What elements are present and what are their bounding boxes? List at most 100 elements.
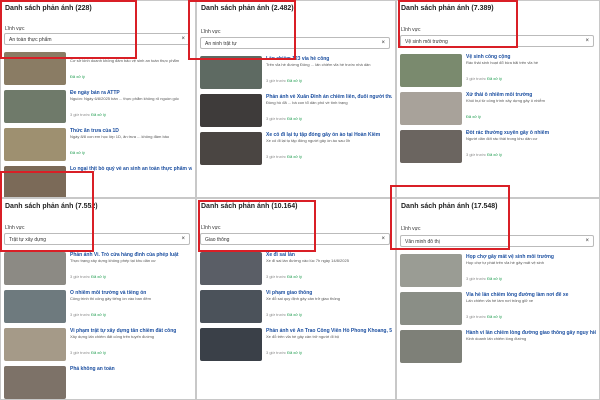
status-badge: Đã xử lý bbox=[70, 150, 85, 155]
report-description: Trên vỉa hè đường Đông ... lấn chiếm vỉa… bbox=[266, 62, 371, 67]
highlight-frame bbox=[0, 0, 137, 59]
report-item[interactable]: Hành vi lấn chiếm lòng đường giao thông … bbox=[397, 327, 599, 365]
report-item[interactable]: Phá không an toàn bbox=[1, 363, 195, 399]
status-badge: Đã xử lý bbox=[487, 314, 502, 319]
report-meta: 3 giờ trước Đã xử lý bbox=[466, 152, 596, 157]
report-description: Xe đi sai làn đường vào lúc 7h ngày 14/8… bbox=[266, 258, 349, 263]
report-description: Thực trạng xây dựng không phép tại khu d… bbox=[70, 258, 156, 263]
report-item[interactable]: Xe đi sai làn Xe đi sai làn đường vào lú… bbox=[197, 249, 395, 287]
report-item[interactable]: Xử thải ô nhiễm môi trường Khói bụi từ c… bbox=[397, 89, 599, 127]
status-badge: Đã xử lý bbox=[287, 350, 302, 355]
status-badge: Đã xử lý bbox=[287, 116, 302, 121]
report-item[interactable]: Ô nhiễm môi trường và tiếng ồn Công trìn… bbox=[1, 287, 195, 325]
report-thumbnail bbox=[400, 130, 462, 163]
report-list: Họp chợ gây mất vệ sinh môi trường Họp c… bbox=[397, 251, 599, 399]
report-thumbnail bbox=[200, 56, 262, 89]
clear-icon[interactable]: × bbox=[381, 40, 385, 46]
report-list: Vệ sinh công cộng Rác thải sinh hoạt đổ … bbox=[397, 51, 599, 197]
status-badge: Đã xử lý bbox=[91, 312, 106, 317]
report-time: 3 giờ trước bbox=[70, 312, 90, 317]
status-badge: Đã xử lý bbox=[91, 274, 106, 279]
report-time: 3 giờ trước bbox=[70, 274, 90, 279]
status-badge: Đã xử lý bbox=[287, 78, 302, 83]
report-description: Ngày 8/8 con em học lớp 1D, ăn trưa ... … bbox=[70, 134, 170, 139]
highlight-frame bbox=[398, 0, 518, 48]
report-item[interactable]: Thức ăn trưa của 1D Ngày 8/8 con em học … bbox=[1, 125, 195, 163]
report-description: Đồng hồ đã ... bà con tổ dân phố về tình… bbox=[266, 100, 348, 105]
highlight-frame bbox=[198, 200, 316, 252]
report-thumbnail bbox=[4, 366, 66, 399]
report-thumbnail bbox=[200, 252, 262, 285]
report-thumbnail bbox=[4, 290, 66, 323]
status-badge: Đã xử lý bbox=[487, 276, 502, 281]
clear-icon[interactable]: × bbox=[181, 36, 185, 42]
report-meta: 3 giờ trước Đã xử lý bbox=[70, 112, 192, 117]
report-description: Cơ sở kinh doanh không đảm bảo vệ sinh a… bbox=[70, 58, 180, 63]
clear-icon[interactable]: × bbox=[381, 236, 385, 242]
report-list: Lấn chiếm 123 vỉa hè công Trên vỉa hè đư… bbox=[197, 53, 395, 197]
report-time: 3 giờ trước bbox=[466, 276, 486, 281]
report-item[interactable]: Đe ngày bán ra ATTP Nguồn: Ngày 6/8/2025… bbox=[1, 87, 195, 125]
highlight-frame bbox=[0, 171, 94, 252]
report-meta: 3 giờ trước Đã xử lý bbox=[466, 76, 596, 81]
report-description bbox=[70, 372, 192, 387]
report-item[interactable]: Vệ sinh công cộng Rác thải sinh hoạt đổ … bbox=[397, 51, 599, 89]
report-item[interactable]: Phản ánh Vi. Trò cửa hàng đình của phép … bbox=[1, 249, 195, 287]
report-meta: 3 giờ trước Đã xử lý bbox=[266, 78, 392, 83]
report-item[interactable]: Phản ánh về Xuân Đỉnh án chiếm liên, đuổ… bbox=[197, 91, 395, 129]
report-time: 3 giờ trước bbox=[266, 350, 286, 355]
report-thumbnail bbox=[200, 94, 262, 127]
report-meta: 3 giờ trước Đã xử lý bbox=[266, 312, 392, 317]
report-description: Xe cố đi lại tụ tập đông người gây ồn ào… bbox=[266, 138, 351, 143]
report-meta: 3 giờ trước Đã xử lý bbox=[70, 350, 192, 355]
report-item[interactable]: Vi phạm giao thông Xe đỗ sai quy định gâ… bbox=[197, 287, 395, 325]
report-thumbnail bbox=[400, 54, 462, 87]
report-meta: Đã xử lý bbox=[466, 114, 596, 119]
report-thumbnail bbox=[4, 128, 66, 161]
report-description: Xây dựng lấn chiếm đất công trên tuyến đ… bbox=[70, 334, 155, 339]
report-time: 3 giờ trước bbox=[266, 116, 286, 121]
status-badge: Đã xử lý bbox=[287, 154, 302, 159]
report-meta: 3 giờ trước Đã xử lý bbox=[70, 274, 192, 279]
clear-icon[interactable]: × bbox=[585, 38, 589, 44]
report-thumbnail bbox=[400, 92, 462, 125]
status-badge: Đã xử lý bbox=[487, 152, 502, 157]
report-meta: 3 giờ trước Đã xử lý bbox=[266, 154, 392, 159]
report-item[interactable]: Vi phạm trật tự xây dựng tân chiếm đất c… bbox=[1, 325, 195, 363]
report-time: 3 giờ trước bbox=[266, 78, 286, 83]
report-thumbnail bbox=[4, 328, 66, 361]
status-badge: Đã xử lý bbox=[287, 312, 302, 317]
report-thumbnail bbox=[400, 330, 462, 363]
report-thumbnail bbox=[400, 292, 462, 325]
report-item[interactable]: Phản ánh về Ân Trao Công Viên Hồ Phong K… bbox=[197, 325, 395, 363]
report-time: 3 giờ trước bbox=[70, 112, 90, 117]
clear-icon[interactable]: × bbox=[181, 236, 185, 242]
report-thumbnail bbox=[400, 254, 462, 287]
clear-icon[interactable]: × bbox=[585, 238, 589, 244]
report-item[interactable]: Xe cố đi lại tụ tập đóng gây ồn ào tại H… bbox=[197, 129, 395, 167]
report-time: 3 giờ trước bbox=[466, 152, 486, 157]
report-time: 3 giờ trước bbox=[266, 312, 286, 317]
report-meta: 3 giờ trước Đã xử lý bbox=[266, 274, 392, 279]
report-item[interactable]: Đốt rác thường xuyên gây ô nhiễm Người d… bbox=[397, 127, 599, 165]
report-meta: 3 giờ trước Đã xử lý bbox=[466, 314, 596, 319]
report-item[interactable]: Vỉa hè lấn chiếm lòng đường làm nơi để x… bbox=[397, 289, 599, 327]
report-meta: Đã xử lý bbox=[70, 150, 192, 155]
report-item[interactable]: Họp chợ gây mất vệ sinh môi trường Họp c… bbox=[397, 251, 599, 289]
report-meta: 3 giờ trước Đã xử lý bbox=[266, 350, 392, 355]
status-badge: Đã xử lý bbox=[287, 274, 302, 279]
status-badge: Đã xử lý bbox=[487, 76, 502, 81]
report-time: 3 giờ trước bbox=[466, 314, 486, 319]
report-time: 3 giờ trước bbox=[70, 350, 90, 355]
status-badge: Đã xử lý bbox=[70, 74, 85, 79]
status-badge: Đã xử lý bbox=[91, 112, 106, 117]
report-time: 3 giờ trước bbox=[266, 274, 286, 279]
report-description: Rác thải sinh hoạt đổ bừa bãi trên vỉa h… bbox=[466, 60, 539, 65]
report-list: Phản ánh Vi. Trò cửa hàng đình của phép … bbox=[1, 249, 195, 399]
report-meta: Đã xử lý bbox=[70, 74, 192, 79]
report-description: Nguồn: Ngày 6/8/2025 bán ... thực phẩm k… bbox=[70, 96, 179, 101]
report-meta: 3 giờ trước Đã xử lý bbox=[466, 276, 596, 281]
highlight-frame bbox=[390, 185, 510, 250]
report-description: Người dân đốt rác thải trong khu dân cư bbox=[466, 136, 538, 141]
report-description: Kinh doanh lấn chiếm lòng đường bbox=[466, 336, 527, 341]
